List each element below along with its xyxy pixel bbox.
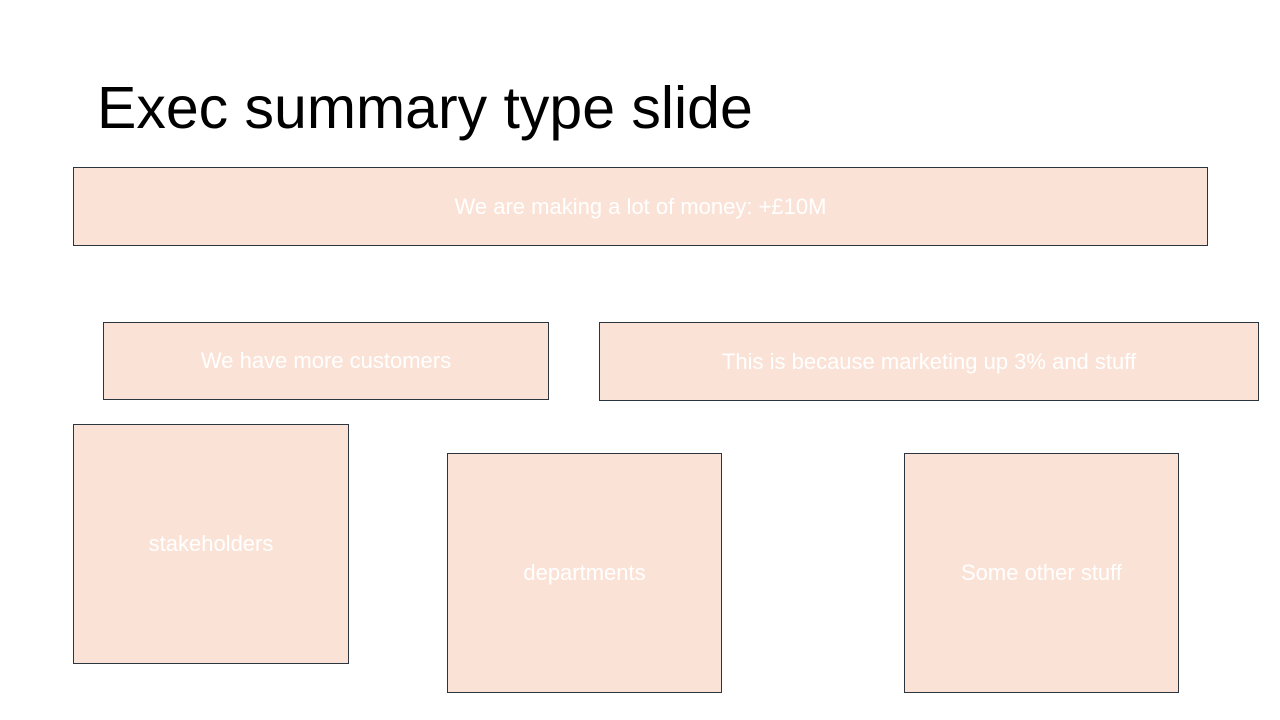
marketing-box-text: This is because marketing up 3% and stuf… (721, 348, 1137, 374)
departments-box-text: departments (523, 560, 646, 585)
stakeholders-box-text: stakeholders (148, 531, 274, 556)
headline-box: We are making a lot of money: +£10M (73, 167, 1208, 246)
stakeholders-box: stakeholders (73, 424, 349, 664)
slide: Exec summary type slide We are making a … (0, 0, 1280, 720)
departments-box: departments (447, 453, 722, 693)
other-stuff-box-text: Some other stuff (960, 560, 1122, 585)
customers-box-text: We have more customers (200, 348, 452, 373)
marketing-box: This is because marketing up 3% and stuf… (599, 322, 1259, 401)
headline-box-text: We are making a lot of money: +£10M (454, 193, 827, 219)
other-stuff-box: Some other stuff (904, 453, 1179, 693)
customers-box: We have more customers (103, 322, 549, 400)
slide-title: Exec summary type slide (97, 75, 753, 141)
